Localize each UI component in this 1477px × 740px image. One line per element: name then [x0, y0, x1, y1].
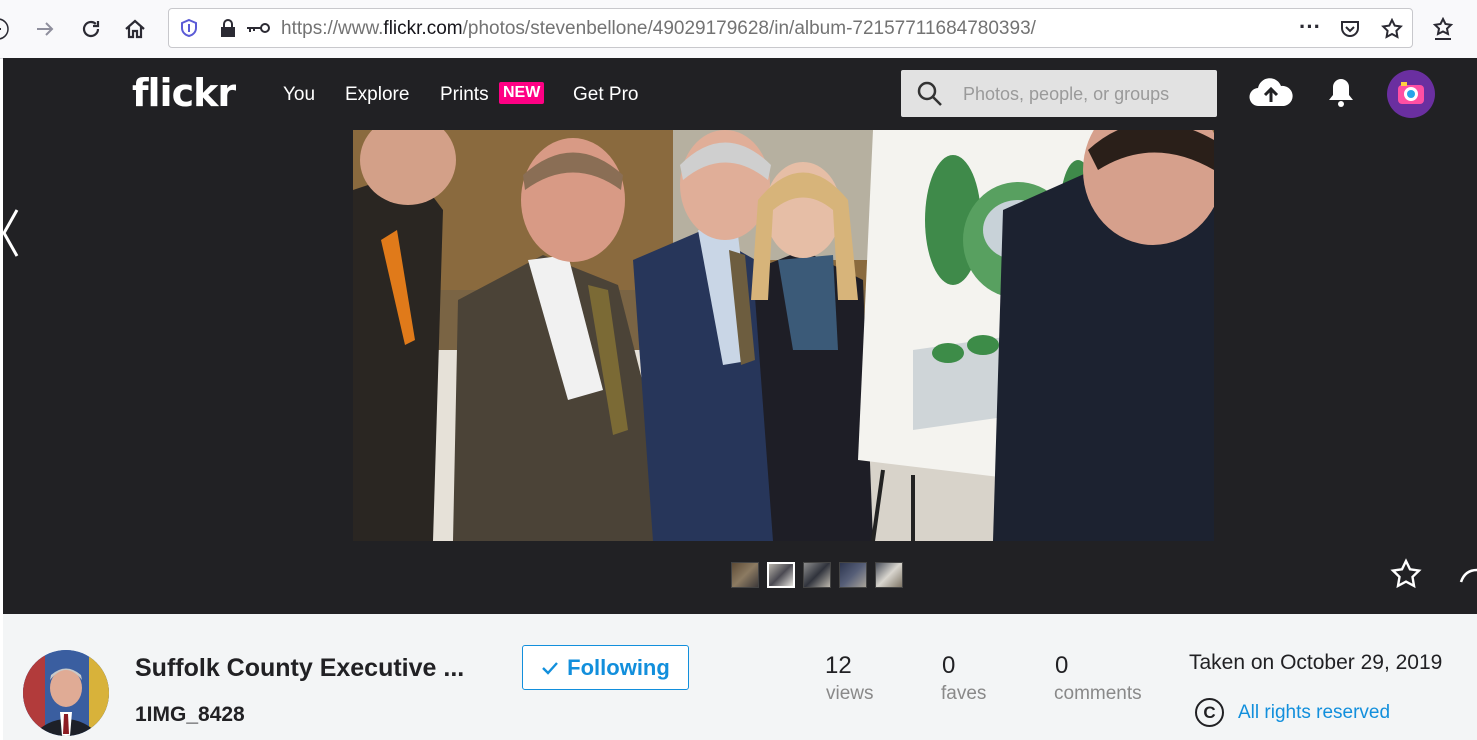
taken-date[interactable]: Taken on October 29, 2019 [1189, 651, 1442, 675]
search-input[interactable] [961, 70, 1215, 119]
previous-photo-icon[interactable] [1, 208, 21, 263]
comments-count: 0 [1055, 652, 1069, 679]
bookmarks-icon[interactable] [1428, 14, 1458, 44]
browser-toolbar: https://www.flickr.com/photos/stevenbell… [0, 0, 1477, 59]
license-link[interactable]: All rights reserved [1238, 702, 1390, 724]
faves-label: faves [941, 683, 987, 704]
more-icon[interactable]: ··· [1299, 14, 1321, 40]
upload-icon[interactable] [1249, 76, 1293, 113]
user-avatar-icon[interactable] [1387, 70, 1435, 123]
thumbnail-3[interactable] [803, 562, 831, 588]
check-icon [542, 661, 559, 675]
flickr-logo[interactable]: flickr [132, 71, 236, 115]
nav-prints[interactable]: Prints [440, 84, 489, 106]
key-icon[interactable] [245, 20, 271, 41]
views-count: 12 [825, 652, 852, 679]
new-badge: NEW [499, 82, 545, 104]
owner-name[interactable]: Suffolk County Executive ... [135, 654, 464, 683]
fave-star-icon[interactable] [1390, 558, 1422, 595]
forward-arrow-icon[interactable] [30, 14, 60, 44]
nav-you[interactable]: You [283, 84, 315, 106]
comments-label: comments [1054, 683, 1142, 704]
thumbnail-2[interactable] [767, 562, 795, 588]
photo-info-bar: Suffolk County Executive ... 1IMG_8428 F… [3, 614, 1477, 740]
following-label: Following [567, 654, 670, 680]
url-path: /photos/stevenbellone/49029179628/in/alb… [462, 18, 1036, 39]
shield-icon[interactable] [179, 18, 199, 43]
share-icon[interactable] [1459, 562, 1477, 591]
faves-count: 0 [942, 652, 956, 679]
url-bar[interactable]: https://www.flickr.com/photos/stevenbell… [168, 8, 1413, 48]
notifications-bell-icon[interactable] [1326, 76, 1356, 113]
url-domain: flickr.com [383, 18, 463, 39]
following-button[interactable]: Following [522, 645, 689, 690]
nav-explore[interactable]: Explore [345, 84, 409, 106]
reload-icon[interactable] [76, 14, 106, 44]
site-header: flickr You Explore Prints NEW Get Pro [3, 58, 1477, 130]
pocket-icon[interactable] [1339, 18, 1361, 45]
thumbnail-4[interactable] [839, 562, 867, 588]
search-icon[interactable] [917, 81, 943, 112]
nav-get-pro[interactable]: Get Pro [573, 84, 638, 106]
back-arrow-icon[interactable] [0, 14, 18, 44]
copyright-icon: C [1195, 698, 1224, 727]
views-label: views [826, 683, 874, 704]
photo-image [353, 130, 1214, 541]
thumbnail-5[interactable] [875, 562, 903, 588]
search-box[interactable] [901, 70, 1217, 119]
main-photo[interactable] [353, 130, 1214, 541]
url-prefix: https://www. [281, 18, 384, 39]
photo-viewer [1, 130, 1477, 614]
thumbnail-1[interactable] [731, 562, 759, 588]
owner-avatar[interactable] [23, 650, 109, 736]
photo-title: 1IMG_8428 [135, 703, 245, 726]
lock-icon[interactable] [219, 18, 237, 43]
url-text[interactable]: https://www.flickr.com/photos/stevenbell… [281, 18, 1036, 40]
star-icon[interactable] [1381, 17, 1403, 45]
home-icon[interactable] [120, 14, 150, 44]
